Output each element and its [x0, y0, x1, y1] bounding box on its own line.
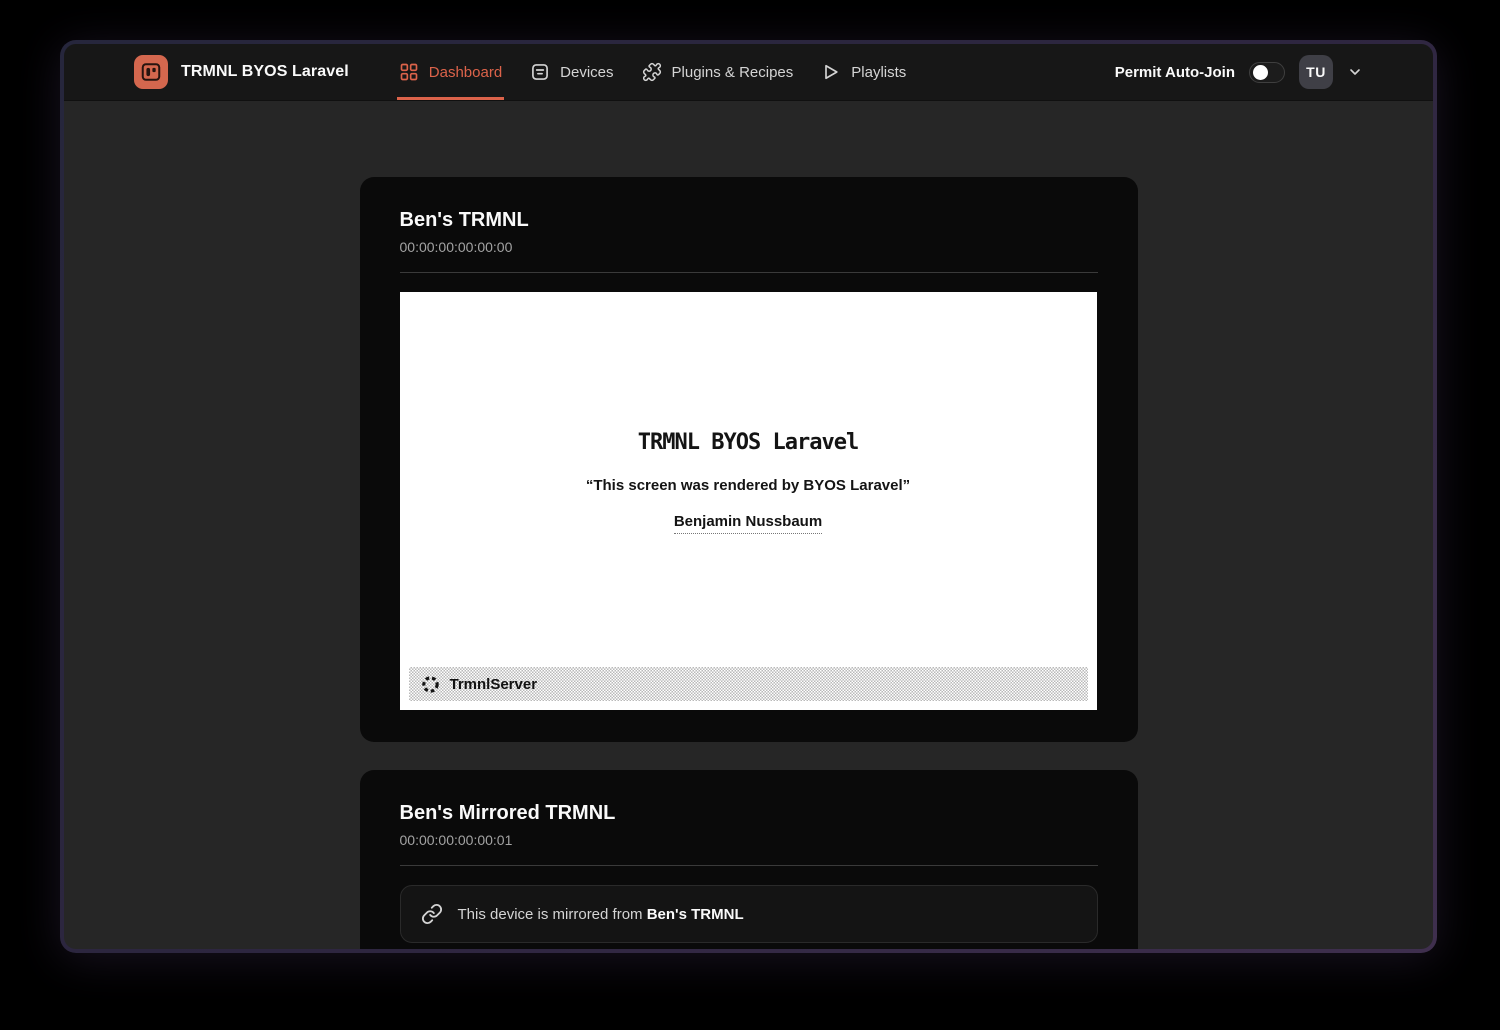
app-window-inner: TRMNL BYOS Laravel Dashboard: [64, 44, 1433, 949]
active-tab-underline: [397, 97, 504, 100]
main-content: Ben's TRMNL 00:00:00:00:00:00 TRMNL BYOS…: [64, 101, 1433, 949]
app-window: TRMNL BYOS Laravel Dashboard: [60, 40, 1437, 953]
screen-status-bar: TrmnlServer: [409, 667, 1088, 701]
nav-item-devices[interactable]: Devices: [528, 44, 615, 100]
navbar-right: Permit Auto-Join TU: [1115, 55, 1363, 89]
screen-author: Benjamin Nussbaum: [674, 513, 822, 534]
mirror-info-box: This device is mirrored from Ben's TRMNL: [400, 885, 1098, 943]
nav-item-label: Plugins & Recipes: [672, 64, 794, 81]
nav-item-plugins-recipes[interactable]: Plugins & Recipes: [640, 44, 796, 100]
user-menu-button[interactable]: [1347, 64, 1363, 80]
mirror-source-device: Ben's TRMNL: [647, 906, 744, 923]
mirror-text: This device is mirrored from Ben's TRMNL: [458, 906, 744, 923]
spinner-icon: [421, 675, 440, 694]
nav-item-dashboard[interactable]: Dashboard: [397, 44, 504, 100]
mirror-text-prefix: This device is mirrored from: [458, 906, 647, 923]
device-screen-preview: TRMNL BYOS Laravel “This screen was rend…: [400, 292, 1097, 710]
permit-auto-join-toggle[interactable]: [1249, 62, 1285, 83]
screen-quote: “This screen was rendered by BYOS Larave…: [400, 477, 1097, 494]
device-card: Ben's TRMNL 00:00:00:00:00:00 TRMNL BYOS…: [360, 177, 1138, 742]
puzzle-icon: [642, 62, 662, 82]
user-avatar[interactable]: TU: [1299, 55, 1333, 89]
nav-item-playlists[interactable]: Playlists: [819, 44, 908, 100]
trmnl-logo-icon: [134, 55, 168, 89]
nav-item-label: Playlists: [851, 64, 906, 81]
device-mac-address: 00:00:00:00:00:01: [400, 832, 1098, 848]
play-icon: [821, 62, 841, 82]
screen-title: TRMNL BYOS Laravel: [400, 292, 1097, 455]
device-list-icon: [530, 62, 550, 82]
toggle-knob: [1253, 65, 1268, 80]
divider: [400, 272, 1098, 273]
divider: [400, 865, 1098, 866]
navbar: TRMNL BYOS Laravel Dashboard: [64, 44, 1433, 101]
layout-grid-icon: [399, 62, 419, 82]
permit-auto-join-label: Permit Auto-Join: [1115, 64, 1235, 81]
brand[interactable]: TRMNL BYOS Laravel: [134, 55, 349, 89]
device-name: Ben's Mirrored TRMNL: [400, 802, 1098, 825]
device-card: Ben's Mirrored TRMNL 00:00:00:00:00:01 T…: [360, 770, 1138, 949]
nav-item-label: Dashboard: [429, 64, 502, 81]
status-bar-label: TrmnlServer: [450, 676, 538, 693]
app-title: TRMNL BYOS Laravel: [181, 63, 349, 81]
chevron-down-icon: [1347, 64, 1363, 80]
device-mac-address: 00:00:00:00:00:00: [400, 239, 1098, 255]
nav-item-label: Devices: [560, 64, 613, 81]
device-name: Ben's TRMNL: [400, 209, 1098, 232]
main-nav: Dashboard Devices Plugins & Recipes: [373, 44, 909, 100]
link-icon: [421, 903, 443, 925]
